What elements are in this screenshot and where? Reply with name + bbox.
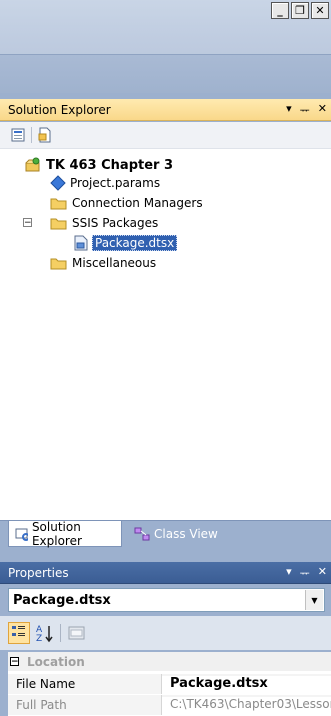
property-pages-icon (68, 626, 85, 640)
properties-header: Properties ▾ ᅲ ✕ (0, 562, 331, 584)
chevron-down-icon[interactable]: ▼ (305, 590, 323, 610)
tree-label: Project.params (70, 176, 161, 190)
tab-label: Class View (154, 527, 218, 541)
restore-button[interactable]: ❐ (291, 2, 309, 19)
toolbar-band (0, 54, 331, 93)
folder-icon (50, 218, 67, 230)
properties-toolbar: A Z (0, 616, 331, 650)
params-icon (50, 175, 66, 191)
folder-icon (50, 258, 67, 270)
window-position-dropdown-icon[interactable]: ▾ (286, 102, 292, 118)
tree-label: Package.dtsx (92, 235, 178, 251)
property-row-file-name[interactable]: File Name Package.dtsx (8, 674, 331, 694)
close-button[interactable]: ✕ (311, 2, 329, 19)
minimize-button[interactable]: _ (271, 2, 289, 19)
object-selector[interactable]: Package.dtsx ▼ (8, 588, 325, 612)
solution-explorer-controls: ▾ ᅲ ✕ (286, 102, 327, 118)
tree-node-miscellaneous[interactable]: Miscellaneous (50, 254, 156, 272)
package-file-icon (74, 235, 88, 251)
ssis-project-icon (25, 157, 40, 172)
svg-text:Z: Z (36, 634, 42, 644)
categorized-button[interactable] (8, 622, 30, 644)
tree-node-package-dtsx[interactable]: Package.dtsx (72, 234, 178, 252)
tree-node-ssis-packages[interactable]: SSIS Packages (50, 214, 158, 232)
alphabetical-button[interactable]: A Z (34, 622, 56, 644)
tree-label: Miscellaneous (72, 256, 157, 270)
caption-buttons: _ ❐ ✕ (271, 2, 329, 19)
property-value: C:\TK463\Chapter03\Lesson1 (162, 697, 331, 715)
tree-label: Connection Managers (72, 196, 203, 210)
object-selector-value: Package.dtsx (13, 592, 111, 608)
sort-alphabetical-icon: A Z (36, 625, 53, 644)
tab-solution-explorer[interactable]: Solution Explorer (8, 519, 122, 548)
window-position-dropdown-icon[interactable]: ▾ (286, 565, 292, 581)
properties-controls: ▾ ᅲ ✕ (286, 565, 327, 581)
solution-explorer-title: Solution Explorer (8, 102, 111, 117)
collapse-icon[interactable]: − (23, 218, 32, 228)
property-value[interactable]: Package.dtsx (162, 676, 331, 694)
tool-window-tabs: Solution Explorer Class View (0, 520, 331, 551)
auto-hide-pin-icon[interactable]: ᅲ (300, 565, 310, 581)
properties-toolbar-button[interactable] (10, 126, 28, 144)
property-name: Full Path (16, 698, 67, 712)
properties-title: Properties (8, 565, 69, 580)
tree-label: TK 463 Chapter 3 (46, 157, 174, 173)
solution-explorer-toolbar (0, 122, 331, 149)
close-pane-icon[interactable]: ✕ (318, 565, 327, 581)
property-pages-button[interactable] (66, 622, 88, 644)
tree-node-project[interactable]: TK 463 Chapter 3 (24, 156, 173, 174)
folder-icon (50, 198, 67, 210)
category-label: Location (27, 654, 85, 669)
view-code-toolbar-button[interactable] (36, 126, 54, 144)
close-pane-icon[interactable]: ✕ (318, 102, 327, 118)
toolbar-separator (31, 127, 32, 143)
property-row-full-path[interactable]: Full Path C:\TK463\Chapter03\Lesson1 (8, 695, 331, 715)
solution-explorer-header: Solution Explorer ▾ ᅲ ✕ (0, 99, 331, 121)
class-view-icon (134, 527, 150, 541)
tree-node-connection-managers[interactable]: Connection Managers (50, 194, 203, 212)
tab-label: Solution Explorer (31, 519, 82, 548)
solution-explorer-panel: TK 463 Chapter 3 Project.params Connecti… (0, 122, 331, 520)
property-name: File Name (16, 677, 76, 691)
tree-label: SSIS Packages (72, 216, 159, 230)
tree-node-project-params[interactable]: Project.params (50, 174, 160, 192)
auto-hide-pin-icon[interactable]: ᅲ (300, 102, 310, 118)
window-chrome: _ ❐ ✕ (0, 0, 331, 93)
document-icon (38, 127, 51, 143)
tab-class-view[interactable]: Class View (128, 521, 228, 547)
toolbar-separator (60, 624, 61, 642)
category-row-location[interactable]: − Location (8, 652, 331, 671)
solution-explorer-icon (15, 528, 28, 541)
property-grid: − Location File Name Package.dtsx Full P… (8, 652, 331, 716)
categorized-icon (12, 626, 25, 636)
collapse-icon[interactable]: − (10, 657, 19, 667)
properties-icon (11, 128, 25, 142)
